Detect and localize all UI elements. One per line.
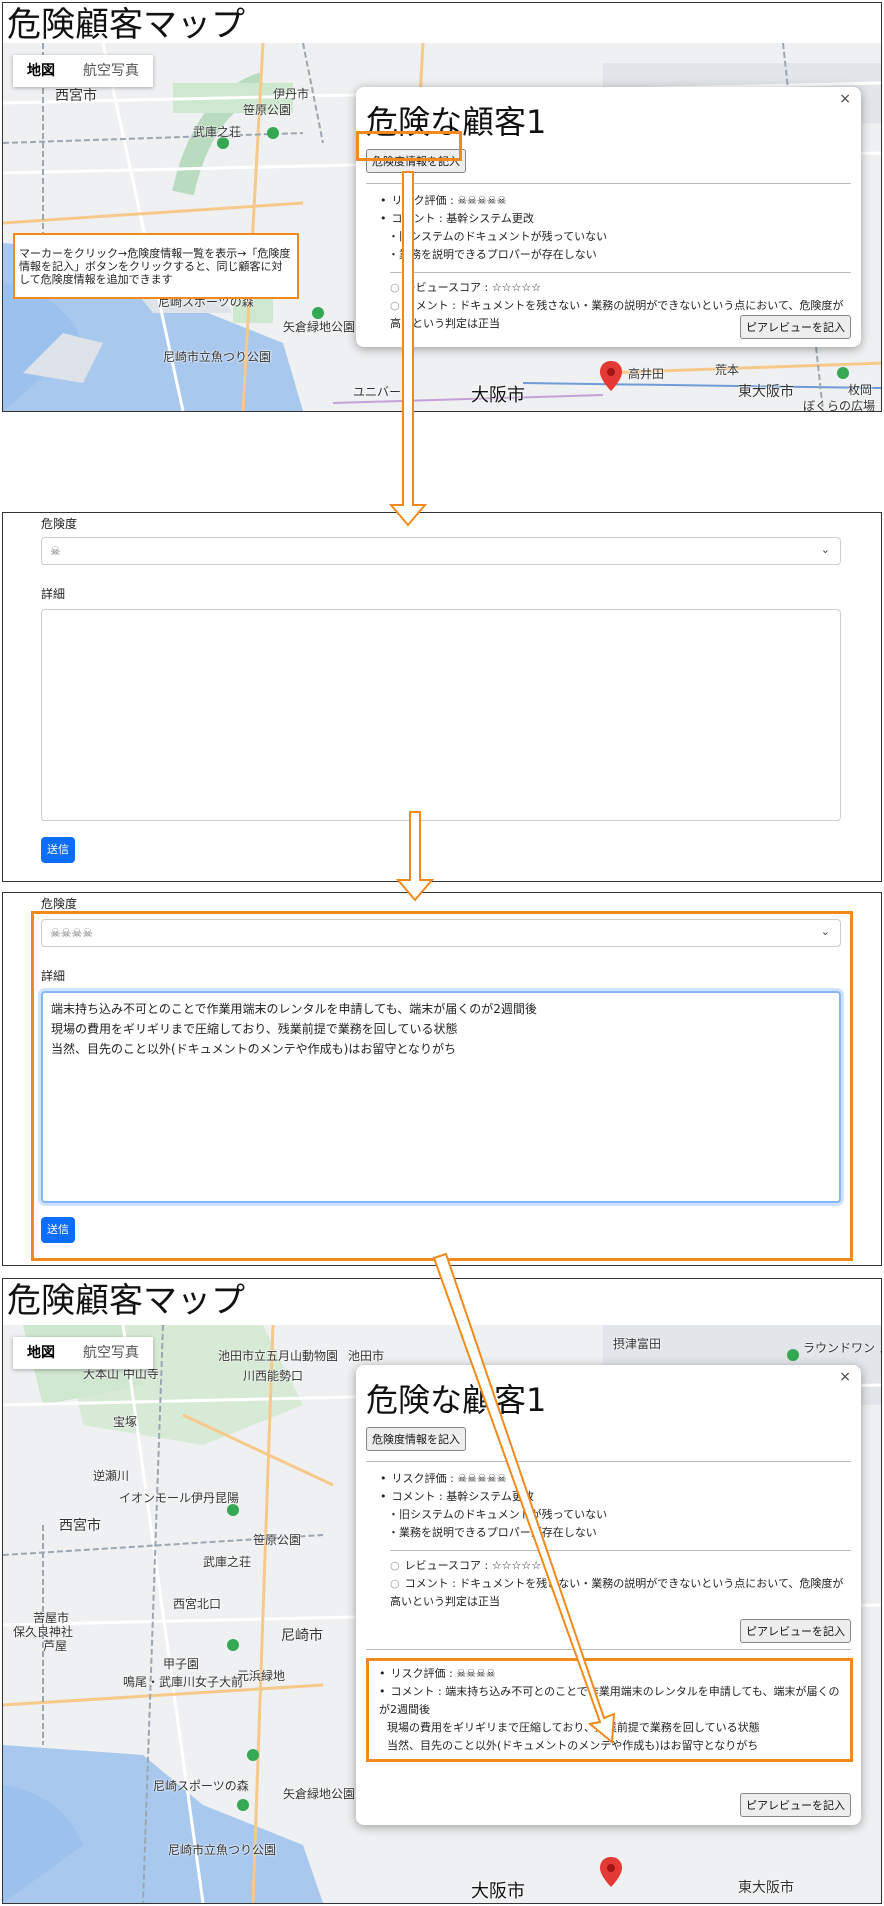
map-label: 尼崎市立魚つり公園 <box>163 350 272 364</box>
submit-button[interactable]: 送信 <box>41 837 75 863</box>
map-type-tabs: 地図 航空写真 <box>13 1337 153 1369</box>
submit-button[interactable]: 送信 <box>41 1217 75 1243</box>
instruction-note: マーカーをクリック→危険度情報一覧を表示→「危険度情報を記入」ボタンをクリックす… <box>13 233 299 299</box>
risk-form-panel-1: 危険度 ☠ ⌄ 詳細 送信 <box>2 512 882 882</box>
map-view[interactable]: 地図 航空写真 池田市立五月山動物園 池田市 川西能勢口 大本山 中山寺 宝塚 … <box>3 1325 881 1903</box>
map-label: 摂津富田 <box>613 1337 662 1351</box>
map-label: ラウンドワン スタジアム高槻 <box>803 1341 881 1355</box>
new-comment-line: 現場の費用をギリギリまで圧縮しており、残業前提で業務を回している状態 <box>387 1721 760 1734</box>
risk-level-label: 危険度 <box>41 517 78 531</box>
highlight-box <box>356 131 462 161</box>
detail-textarea[interactable]: 端末持ち込み不可とのことで作業用端末のレンタルを申請しても、端末が届くのが2週間… <box>41 991 841 1203</box>
comment-line: ・業務を説明できるプロパーが存在しない <box>388 248 597 261</box>
detail-line: 端末持ち込み不可とのことで作業用端末のレンタルを申請しても、端末が届くのが2週間… <box>51 1002 537 1016</box>
risk-level-label: 危険度 <box>41 897 78 911</box>
map-label: ユニバー <box>353 385 402 399</box>
page-title: 危険顧客マップ <box>7 1281 245 1321</box>
map-label: 枚岡 <box>848 383 873 397</box>
map-label: 大阪市 <box>471 1881 525 1902</box>
map-label: 大阪市 <box>471 385 525 406</box>
risk-info-popup: × 危険な顧客1 危険度情報を記入 リスク評価 : ☠☠☠☠☠ コメント : 基… <box>356 1365 861 1825</box>
map-label: 甲子園 <box>163 1657 200 1671</box>
map-panel-1: 危険顧客マップ 地図 航空写真 西宮市 伊丹市 笹原公園 武庫之荘 尼崎スポーツ… <box>2 2 882 412</box>
map-label: 尼崎市立魚つり公園 <box>168 1843 277 1857</box>
risk-marker-pin[interactable] <box>600 1857 622 1887</box>
map-label: 池田市 <box>348 1349 385 1363</box>
add-risk-info-button[interactable]: 危険度情報を記入 <box>366 1427 466 1451</box>
risk-info-popup: × 危険な顧客1 危険度情報を記入 リスク評価 : ☠☠☠☠☠ コメント : 基… <box>356 87 861 347</box>
popup-title: 危険な顧客1 <box>366 1381 547 1419</box>
risk-level-select[interactable]: ☠ ⌄ <box>41 537 841 565</box>
new-comment-line: 当然、目先のこと以外(ドキュメントのメンテや作成も)はお留守となりがち <box>387 1739 759 1752</box>
risk-comment: コメント : 基幹システム更改 <box>380 210 861 228</box>
chevron-down-icon: ⌄ <box>820 543 830 556</box>
highlight-box: リスク評価 : ☠☠☠☠ コメント : 端末持ち込み不可とのことで作業用端末のレ… <box>366 1658 853 1762</box>
risk-level-value: ☠ <box>50 544 61 558</box>
peer-review-button[interactable]: ピアレビューを記入 <box>740 315 851 339</box>
risk-rating: リスク評価 : ☠☠☠☠☠ <box>380 192 861 210</box>
page-title: 危険顧客マップ <box>7 5 245 45</box>
risk-rating: リスク評価 : ☠☠☠☠☠ <box>380 1470 861 1488</box>
map-label: 尼崎市 <box>281 1628 323 1644</box>
risk-comment: コメント : 基幹システム更改 <box>380 1488 861 1506</box>
review-comment: コメント : ドキュメントを残さない・業務の説明ができないという点において、危険… <box>390 1575 861 1611</box>
close-icon[interactable]: × <box>839 91 851 107</box>
map-label: 矢倉緑地公園 <box>283 1787 356 1801</box>
comment-line: ・業務を説明できるプロパーが存在しない <box>388 1526 597 1539</box>
map-label: 池田市立五月山動物園 <box>218 1349 339 1363</box>
map-label: 荒本 <box>715 363 740 377</box>
map-label: 西宮北口 <box>173 1597 222 1611</box>
review-score: レビュースコア : ☆☆☆☆☆ <box>390 1557 861 1575</box>
detail-label: 詳細 <box>41 969 66 983</box>
map-label: 東大阪市 <box>738 1880 794 1896</box>
close-icon[interactable]: × <box>839 1369 851 1385</box>
map-panel-2: 危険顧客マップ 地図 航空写真 池田市立五月山動物園 池田市 川西能勢口 大本山… <box>2 1278 882 1904</box>
map-label: 芦屋 <box>43 1639 68 1653</box>
map-label: 宝塚 <box>113 1415 138 1429</box>
detail-textarea[interactable] <box>41 609 841 821</box>
risk-marker-pin[interactable] <box>600 361 622 391</box>
review-score: レビュースコア : ☆☆☆☆☆ <box>390 279 861 297</box>
tab-map[interactable]: 地図 <box>13 55 69 87</box>
detail-line: 当然、目先のこと以外(ドキュメントのメンテや作成も)はお留守となりがち <box>51 1042 457 1056</box>
map-label: 武庫之荘 <box>203 1555 252 1569</box>
detail-label: 詳細 <box>41 587 66 601</box>
detail-line: 現場の費用をギリギリまで圧縮しており、残業前提で業務を回している状態 <box>51 1022 458 1036</box>
map-label: 伊丹市 <box>273 87 310 101</box>
map-label: 西宮市 <box>55 88 97 104</box>
map-label: 笹原公園 <box>253 1533 302 1547</box>
map-type-tabs: 地図 航空写真 <box>13 55 153 87</box>
new-risk-comment: コメント : 端末持ち込み不可とのことで作業用端末のレンタルを申請しても、端末が… <box>379 1683 850 1719</box>
new-risk-rating: リスク評価 : ☠☠☠☠ <box>379 1665 850 1683</box>
peer-review-button[interactable]: ピアレビューを記入 <box>740 1619 851 1643</box>
map-label: 川西能勢口 <box>243 1369 304 1383</box>
map-label: 笹原公園 <box>243 103 292 117</box>
map-label: 尼崎スポーツの森 <box>153 1779 249 1793</box>
map-label: 矢倉緑地公園 <box>283 320 356 334</box>
tab-satellite[interactable]: 航空写真 <box>69 1337 153 1369</box>
map-label: 武庫之荘 <box>193 125 242 139</box>
map-label: 逆瀬川 <box>93 1469 130 1483</box>
tab-map[interactable]: 地図 <box>13 1337 69 1369</box>
map-label: 西宮市 <box>59 1518 101 1534</box>
map-label: 高井田 <box>628 367 665 381</box>
comment-line: ・旧システムのドキュメントが残っていない <box>388 230 608 243</box>
map-view[interactable]: 地図 航空写真 西宮市 伊丹市 笹原公園 武庫之荘 尼崎スポーツの森 尼崎市立魚… <box>3 43 881 411</box>
tab-satellite[interactable]: 航空写真 <box>69 55 153 87</box>
map-label: 東大阪市 <box>738 384 794 400</box>
comment-line: ・旧システムのドキュメントが残っていない <box>388 1508 608 1521</box>
risk-form-panel-2: 危険度 ☠☠☠☠ ⌄ 詳細 端末持ち込み不可とのことで作業用端末のレンタルを申請… <box>2 892 882 1266</box>
map-label: 元浜緑地 <box>237 1669 286 1683</box>
map-label: ぼくらの広場 <box>803 399 876 411</box>
chevron-down-icon: ⌄ <box>820 925 830 938</box>
risk-level-select[interactable]: ☠☠☠☠ ⌄ <box>41 919 841 947</box>
map-label: イオンモール伊丹昆陽 <box>119 1491 240 1505</box>
map-label: 鳴尾・武庫川女子大前 <box>123 1675 244 1689</box>
peer-review-button[interactable]: ピアレビューを記入 <box>740 1793 851 1817</box>
risk-level-value: ☠☠☠☠ <box>50 926 94 940</box>
